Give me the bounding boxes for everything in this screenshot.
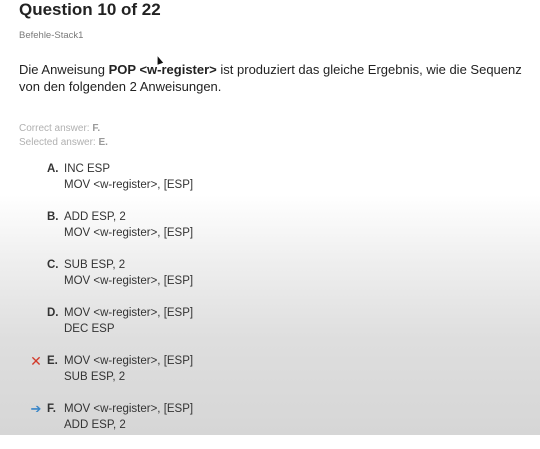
option-letter: D. <box>47 307 59 319</box>
option-line: ADD ESP, 2 <box>64 419 126 431</box>
question-text-before: Die Anweisung <box>19 62 109 77</box>
question-line-1: Die Anweisung POP <w-register> ist produ… <box>19 61 522 78</box>
selected-answer-label: Selected answer: <box>19 137 99 148</box>
correct-answer-label: Correct answer: <box>19 123 93 134</box>
option-d[interactable]: D. MOV <w-register>, [ESP] DEC ESP <box>0 305 540 353</box>
question-title: Question 10 of 22 <box>19 0 161 19</box>
option-letter: A. <box>47 163 59 175</box>
option-line: MOV <w-register>, [ESP] <box>64 275 194 287</box>
option-line: MOV <w-register>, [ESP] <box>64 307 194 319</box>
option-line: MOV <w-register>, [ESP] <box>64 227 194 239</box>
question-line-2: von den folgenden 2 Anweisungen. <box>19 79 222 94</box>
question-text-after: ist produziert das gleiche Ergebnis, wie… <box>216 62 522 77</box>
option-line: MOV <w-register>, [ESP] <box>64 355 194 367</box>
correct-answer: Correct answer: F. <box>19 122 108 136</box>
option-code: MOV <w-register>, [ESP] SUB ESP, 2 <box>64 353 193 385</box>
option-letter: C. <box>47 259 59 271</box>
option-code: MOV <w-register>, [ESP] ADD ESP, 2 <box>64 401 193 433</box>
option-e[interactable]: ✕ E. MOV <w-register>, [ESP] SUB ESP, 2 <box>0 353 540 401</box>
option-letter: B. <box>47 211 59 223</box>
option-a[interactable]: A. INC ESP MOV <w-register>, [ESP] <box>0 161 540 209</box>
option-line: SUB ESP, 2 <box>64 259 126 271</box>
option-line: MOV <w-register>, [ESP] <box>64 403 194 415</box>
option-line: INC ESP <box>64 163 111 175</box>
option-c[interactable]: C. SUB ESP, 2 MOV <w-register>, [ESP] <box>0 257 540 305</box>
question-instruction: POP <w-register> <box>108 62 217 77</box>
question-text: Die Anweisung POP <w-register> ist produ… <box>19 61 522 95</box>
correct-arrow-icon: ➔ <box>30 401 42 416</box>
selected-answer-value: E. <box>98 137 108 148</box>
option-code: ADD ESP, 2 MOV <w-register>, [ESP] <box>64 209 193 241</box>
option-letter: E. <box>47 355 58 367</box>
options-list: A. INC ESP MOV <w-register>, [ESP] B. AD… <box>0 161 540 449</box>
option-code: INC ESP MOV <w-register>, [ESP] <box>64 161 193 193</box>
selected-answer: Selected answer: E. <box>19 136 108 150</box>
option-line: MOV <w-register>, [ESP] <box>64 179 194 191</box>
option-line: SUB ESP, 2 <box>64 371 126 383</box>
answer-info: Correct answer: F. Selected answer: E. <box>19 122 108 150</box>
option-f[interactable]: ➔ F. MOV <w-register>, [ESP] ADD ESP, 2 <box>0 401 540 449</box>
wrong-x-icon: ✕ <box>30 353 42 369</box>
option-line: DEC ESP <box>64 323 115 335</box>
option-line: ADD ESP, 2 <box>64 211 126 223</box>
category-label: Befehle-Stack1 <box>19 30 84 41</box>
option-b[interactable]: B. ADD ESP, 2 MOV <w-register>, [ESP] <box>0 209 540 257</box>
option-code: MOV <w-register>, [ESP] DEC ESP <box>64 305 193 337</box>
option-letter: F. <box>47 403 56 415</box>
correct-answer-value: F. <box>92 123 101 134</box>
option-code: SUB ESP, 2 MOV <w-register>, [ESP] <box>64 257 193 289</box>
